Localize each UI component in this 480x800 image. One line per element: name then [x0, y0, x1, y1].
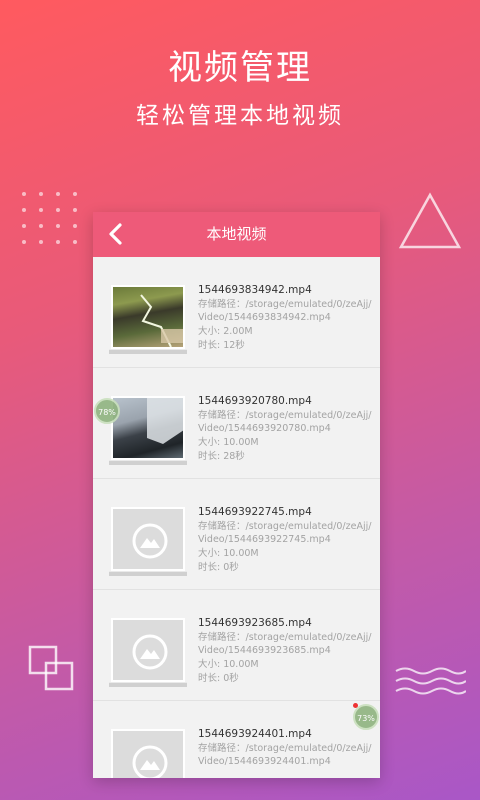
- waves-icon: [395, 667, 466, 695]
- video-thumbnail[interactable]: [109, 618, 187, 688]
- image-placeholder: [111, 507, 185, 571]
- video-size: 大小: 10.00M: [198, 659, 259, 670]
- progress-badge[interactable]: 73%: [353, 704, 379, 730]
- app-bar-title: 本地视频: [206, 225, 267, 243]
- triangle-outline-icon: [398, 192, 462, 249]
- squares-outline-icon: [28, 645, 74, 691]
- video-duration: 时长: 0秒: [198, 562, 239, 573]
- video-thumbnail[interactable]: [109, 729, 187, 778]
- video-thumbnail[interactable]: [109, 507, 187, 577]
- video-duration: 时长: 0秒: [198, 673, 239, 684]
- image-placeholder: [111, 618, 185, 682]
- video-thumbnail[interactable]: [109, 285, 187, 355]
- phone-screen: 本地视频 1544693834942.mp4 存储路径：/storage/emu…: [93, 212, 380, 778]
- video-size: 大小: 2.00M: [198, 326, 253, 337]
- video-path: 存储路径：/storage/emulated/0/zeAjj/Video/154…: [198, 632, 372, 656]
- promo-headline: 视频管理: [168, 48, 312, 88]
- video-list-item[interactable]: 1544693922745.mp4 存储路径：/storage/emulated…: [93, 479, 380, 590]
- video-filename: 1544693920780.mp4: [198, 395, 312, 407]
- video-frame-image: [111, 396, 185, 460]
- video-filename: 1544693834942.mp4: [198, 284, 312, 296]
- progress-badge[interactable]: 78%: [94, 398, 120, 424]
- video-duration: 时长: 28秒: [198, 451, 245, 462]
- video-list-item[interactable]: 1544693923685.mp4 存储路径：/storage/emulated…: [93, 590, 380, 701]
- video-filename: 1544693924401.mp4: [198, 728, 312, 740]
- video-filename: 1544693922745.mp4: [198, 506, 312, 518]
- dot-grid-decoration: [22, 192, 77, 244]
- video-size: 大小: 10.00M: [198, 437, 259, 448]
- video-path: 存储路径：/storage/emulated/0/zeAjj/Video/154…: [198, 299, 372, 323]
- video-list-item[interactable]: 1544693834942.mp4 存储路径：/storage/emulated…: [93, 257, 380, 368]
- image-placeholder-icon: [132, 634, 168, 670]
- video-duration: 时长: 12秒: [198, 340, 245, 351]
- video-list[interactable]: 1544693834942.mp4 存储路径：/storage/emulated…: [93, 257, 380, 778]
- video-size: 大小: 10.00M: [198, 548, 259, 559]
- image-placeholder-icon: [132, 523, 168, 559]
- video-thumbnail[interactable]: [109, 396, 187, 466]
- image-placeholder-icon: [132, 745, 168, 778]
- video-filename: 1544693923685.mp4: [198, 617, 312, 629]
- video-list-item[interactable]: 1544693920780.mp4 存储路径：/storage/emulated…: [93, 368, 380, 479]
- promo-subline: 轻松管理本地视频: [136, 103, 344, 129]
- video-path: 存储路径：/storage/emulated/0/zeAjj/Video/154…: [198, 521, 372, 545]
- video-path: 存储路径：/storage/emulated/0/zeAjj/Video/154…: [198, 743, 372, 767]
- app-bar: 本地视频: [93, 212, 380, 257]
- notification-dot: [353, 703, 358, 708]
- image-placeholder: [111, 729, 185, 778]
- video-list-item[interactable]: 1544693924401.mp4 存储路径：/storage/emulated…: [93, 701, 380, 778]
- video-path: 存储路径：/storage/emulated/0/zeAjj/Video/154…: [198, 410, 372, 434]
- video-frame-image: [111, 285, 185, 349]
